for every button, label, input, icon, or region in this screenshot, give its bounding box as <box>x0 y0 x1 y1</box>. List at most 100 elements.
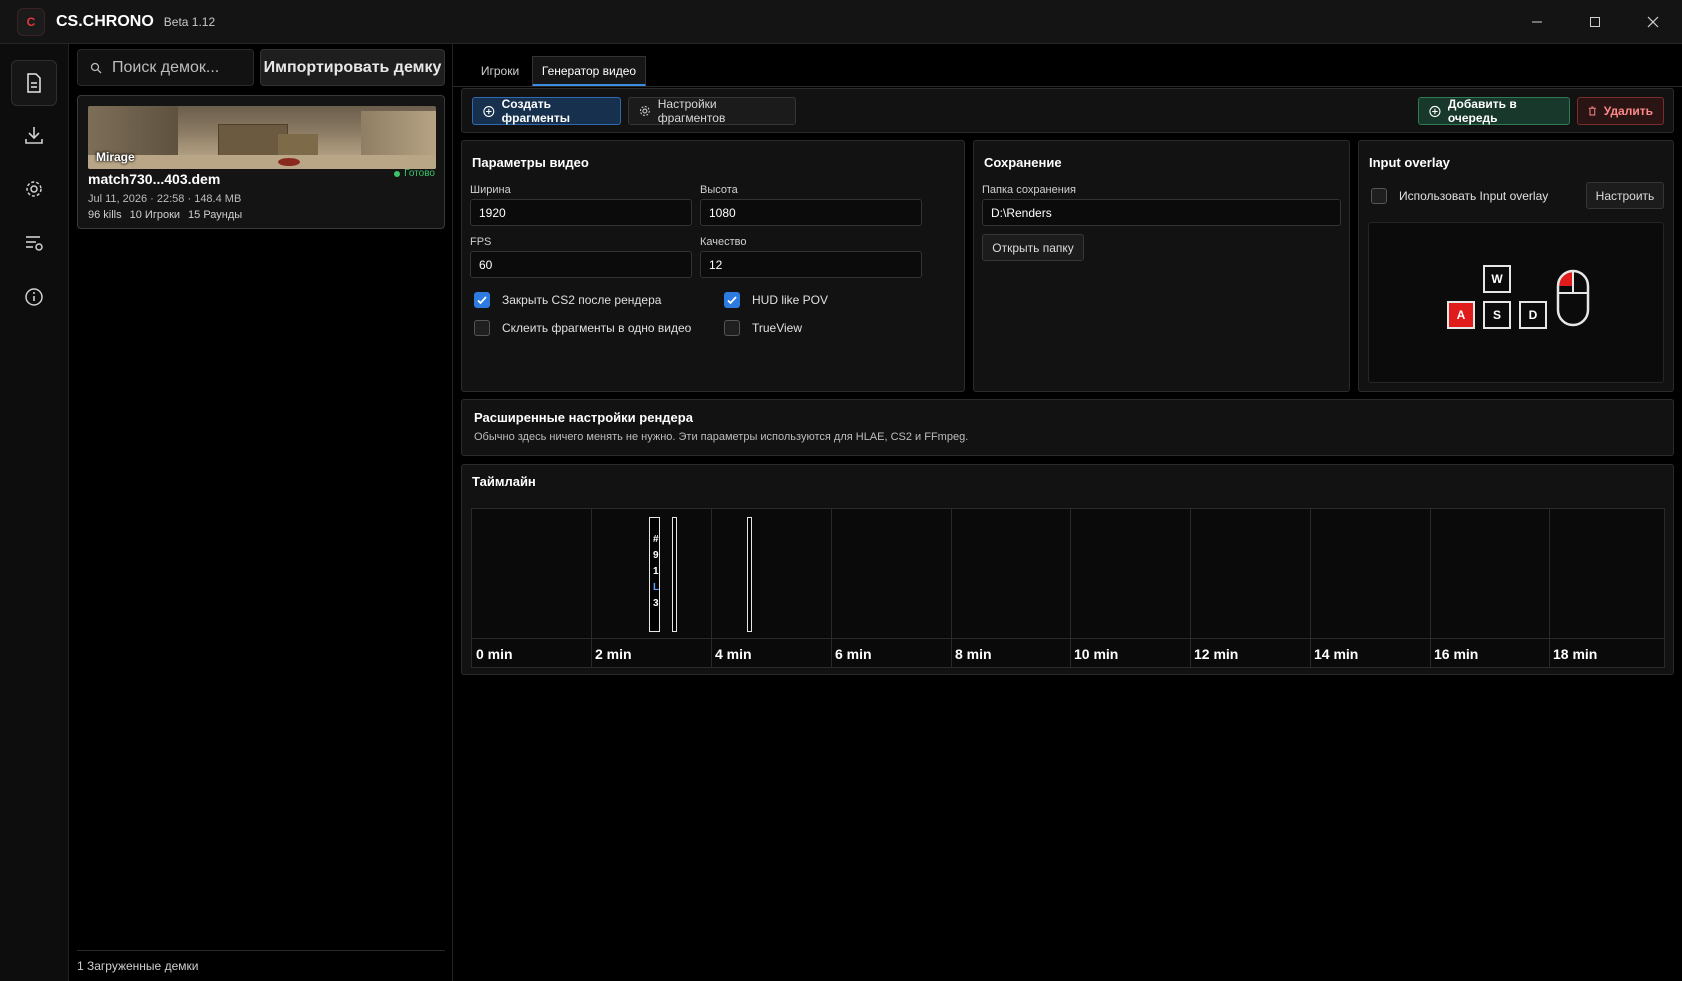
tab-video-generator[interactable]: Генератор видео <box>532 56 646 86</box>
save-title: Сохранение <box>984 155 1062 170</box>
nav-demos-button[interactable] <box>11 60 57 106</box>
key-a: A <box>1447 301 1475 329</box>
search-input[interactable] <box>112 58 242 77</box>
save-folder-label: Папка сохранения <box>982 184 1076 196</box>
timeline-fragment[interactable] <box>672 517 677 632</box>
demo-stat-kills: 96 kills <box>88 209 122 221</box>
fragment-settings-button[interactable]: Настройки фрагментов <box>628 97 796 125</box>
timeline-gridline <box>1310 509 1311 667</box>
maximize-icon <box>1590 17 1600 27</box>
nav-info-button[interactable] <box>11 274 57 320</box>
create-fragments-button[interactable]: Создать фрагменты <box>472 97 621 125</box>
input-overlay-panel: Input overlay Использовать Input overlay… <box>1358 140 1674 392</box>
map-thumbnail <box>88 106 436 169</box>
nav-settings-button[interactable] <box>11 166 57 212</box>
fragment-settings-label: Настройки фрагментов <box>657 97 726 125</box>
add-to-queue-label: Добавить в очередь <box>1447 97 1517 125</box>
timeline-tick-label: 2 min <box>595 646 632 662</box>
timeline-fragment[interactable]: # 9 1 L 3 <box>649 517 660 632</box>
toolbar: Создать фрагменты Настройки фрагментов Д… <box>461 88 1674 133</box>
gear-icon <box>26 181 42 197</box>
trueview-checkbox[interactable] <box>724 320 740 336</box>
timeline-tick-label: 14 min <box>1314 646 1359 662</box>
minimize-icon <box>1532 21 1542 23</box>
advanced-render-panel[interactable]: Расширенные настройки рендера Обычно зде… <box>461 399 1674 456</box>
download-icon <box>25 127 43 144</box>
close-cs2-label: Закрыть CS2 после рендера <box>502 293 662 307</box>
demo-card[interactable]: Mirage Готово match730...403.dem Jul 11,… <box>77 95 445 229</box>
app-version: Beta 1.12 <box>163 14 216 29</box>
overlay-title: Input overlay <box>1369 155 1450 170</box>
advanced-description: Обычно здесь ничего менять не нужно. Эти… <box>474 431 969 443</box>
info-icon <box>25 288 43 306</box>
status-badge: Готово <box>394 168 435 179</box>
demo-filename: match730...403.dem <box>88 171 221 187</box>
nav-download-button[interactable] <box>11 112 57 158</box>
create-fragments-label: Создать фрагменты <box>501 97 571 125</box>
nav-queue-button[interactable] <box>11 220 57 266</box>
tab-bar: Игроки Генератор видео <box>453 44 1682 87</box>
key-d: D <box>1519 301 1547 329</box>
timeline-tick-label: 18 min <box>1553 646 1598 662</box>
timeline-tick-label: 6 min <box>835 646 872 662</box>
height-label: Высота <box>700 184 738 196</box>
demo-stat-rounds: 15 Раунды <box>188 209 243 221</box>
use-overlay-label: Использовать Input overlay <box>1399 189 1549 203</box>
trueview-option[interactable]: TrueView <box>724 320 802 336</box>
window-controls <box>1508 0 1682 44</box>
timeline-axis <box>472 638 1664 639</box>
fps-field[interactable]: 60 <box>470 251 692 278</box>
demos-panel: Импортировать демку Mirage Готово match7… <box>69 44 453 981</box>
plus-circle-icon <box>483 105 495 117</box>
video-params-title: Параметры видео <box>472 155 589 170</box>
timeline-tick-label: 10 min <box>1074 646 1119 662</box>
merge-checkbox[interactable] <box>474 320 490 336</box>
key-s: S <box>1483 301 1511 329</box>
quality-field[interactable]: 12 <box>700 251 922 278</box>
tab-players[interactable]: Игроки <box>467 56 533 86</box>
minimize-button[interactable] <box>1508 0 1566 44</box>
checkmark-icon <box>477 296 487 305</box>
fragment-label: # 9 1 L 3 <box>653 534 659 609</box>
save-folder-field[interactable]: D:\Renders <box>982 199 1341 226</box>
timeline-fragment[interactable] <box>747 517 752 632</box>
timeline-gridline <box>1070 509 1071 667</box>
merge-label: Склеить фрагменты в одно видео <box>502 321 692 335</box>
save-panel: Сохранение Папка сохранения D:\Renders О… <box>973 140 1350 392</box>
trueview-label: TrueView <box>752 321 803 335</box>
key-w: W <box>1483 265 1511 293</box>
add-to-queue-button[interactable]: Добавить в очередь <box>1418 97 1570 125</box>
hud-pov-checkbox[interactable] <box>724 292 740 308</box>
timeline-tick-label: 0 min <box>476 646 513 662</box>
status-dot-icon <box>394 170 401 177</box>
close-cs2-option[interactable]: Закрыть CS2 после рендера <box>474 292 661 308</box>
width-field[interactable]: 1920 <box>470 199 692 226</box>
app-title: CS.CHRONO <box>56 12 154 30</box>
title-bar: C CS.CHRONO Beta 1.12 <box>0 0 1682 44</box>
checkmark-icon <box>727 296 737 305</box>
delete-button[interactable]: Удалить <box>1577 97 1664 125</box>
timeline-tick-label: 16 min <box>1434 646 1479 662</box>
merge-option[interactable]: Склеить фрагменты в одно видео <box>474 320 691 336</box>
close-cs2-checkbox[interactable] <box>474 292 490 308</box>
import-demo-button[interactable]: Импортировать демку <box>260 49 445 86</box>
timeline-tick-label: 8 min <box>955 646 992 662</box>
demo-meta: Jul 11, 2026 · 22:58 · 148.4 MB <box>88 193 242 205</box>
map-label: Mirage <box>96 150 135 164</box>
configure-overlay-button[interactable]: Настроить <box>1586 182 1664 209</box>
close-button[interactable] <box>1624 0 1682 44</box>
video-params-panel: Параметры видео Ширина 1920 Высота 1080 … <box>461 140 965 392</box>
maximize-button[interactable] <box>1566 0 1624 44</box>
quality-label: Качество <box>700 236 747 248</box>
open-folder-button[interactable]: Открыть папку <box>982 234 1084 261</box>
use-overlay-option[interactable]: Использовать Input overlay <box>1371 188 1548 204</box>
hud-pov-label: HUD like POV <box>752 293 829 307</box>
trash-icon <box>1588 106 1596 116</box>
hud-pov-option[interactable]: HUD like POV <box>724 292 828 308</box>
timeline-track[interactable]: # 9 1 L 3 0 min 2 min 4 min 6 min 8 min … <box>471 508 1665 668</box>
use-overlay-checkbox[interactable] <box>1371 188 1387 204</box>
fps-label: FPS <box>470 236 492 248</box>
timeline-gridline <box>591 509 592 667</box>
app-logo: C <box>17 7 45 36</box>
height-field[interactable]: 1080 <box>700 199 922 226</box>
